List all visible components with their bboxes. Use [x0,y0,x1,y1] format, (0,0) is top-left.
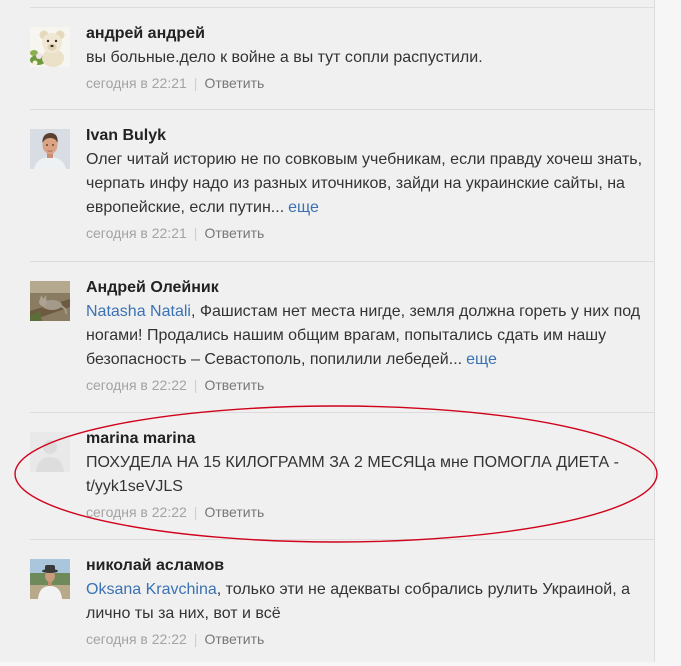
comment-text: вы больные.дело к войне а вы тут сопли р… [86,49,483,66]
comment-time: сегодня в 22:21 [86,225,187,241]
comment-meta: сегодня в 22:22 | Ответить [86,500,655,524]
meta-separator: | [193,504,198,520]
comment-text-line: вы больные.дело к войне а вы тут сопли р… [86,46,655,70]
comment-text-line: безопасность – Севастополь, попилили леб… [86,348,655,372]
comment-text-line: Natasha Natali, Фашистам нет места нигде… [86,300,655,324]
reply-button[interactable]: Ответить [204,75,264,91]
comment: marina marina ПОХУДЕЛА НА 15 КИЛОГРАММ З… [30,412,655,539]
author-name[interactable]: николай асламов [86,557,224,574]
comment: Ivan Bulyk Олег читай историю не по совк… [30,109,655,260]
meta-separator: | [193,631,198,647]
mention-link[interactable]: Natasha Natali [86,303,191,320]
comment-time: сегодня в 22:21 [86,75,187,91]
comment-text: ногами! Продались нашим общим врагам, по… [86,327,607,344]
comment-body: ПОХУДЕЛА НА 15 КИЛОГРАММ ЗА 2 МЕСЯЦа мне… [86,451,655,499]
author-row: marina marina [86,427,655,451]
comment-time: сегодня в 22:22 [86,504,187,520]
comment-text: европейские, если путин... [86,199,285,216]
author-avatar[interactable] [30,559,70,599]
comment-body: Natasha Natali, Фашистам нет места нигде… [86,300,655,372]
comment-body: вы больные.дело к войне а вы тут сопли р… [86,46,655,70]
reply-button[interactable]: Ответить [204,504,264,520]
mention-link[interactable]: Oksana Kravchina [86,581,217,598]
comment: андрей андрей вы больные.дело к войне а … [30,7,655,110]
teddy-bear-avatar-image [30,27,70,67]
comment-text-line: черпать инфу надо из разных иточников, з… [86,172,655,196]
comment-text-line: европейские, если путин... еще [86,196,655,220]
comment-text-line: Oksana Kravchina, только эти не адекваты… [86,578,655,602]
comment-text: черпать инфу надо из разных иточников, з… [86,175,625,192]
meta-separator: | [193,75,198,91]
author-name[interactable]: Ivan Bulyk [86,127,166,144]
comment-meta: сегодня в 22:22 | Ответить [86,627,655,651]
author-row: николай асламов [86,554,655,578]
comment-text-line: ногами! Продались нашим общим врагам, по… [86,324,655,348]
author-name[interactable]: андрей андрей [86,25,205,42]
show-more-link[interactable]: еще [288,199,319,216]
comment-text-line: t/yyk1seVJLS [86,475,655,499]
author-row: Ivan Bulyk [86,124,655,148]
meta-separator: | [193,377,198,393]
cat-photo-avatar-image [30,281,70,321]
comment-text-line: ПОХУДЕЛА НА 15 КИЛОГРАММ ЗА 2 МЕСЯЦа мне… [86,451,655,475]
comment-time: сегодня в 22:22 [86,377,187,393]
meta-separator: | [193,225,198,241]
author-name[interactable]: Андрей Олейник [86,279,219,296]
comment-text: ПОХУДЕЛА НА 15 КИЛОГРАММ ЗА 2 МЕСЯЦа мне… [86,454,619,471]
comment-meta: сегодня в 22:21 | Ответить [86,71,655,95]
show-more-link[interactable]: еще [466,351,497,368]
author-avatar[interactable] [30,281,70,321]
reply-button[interactable]: Ответить [204,631,264,647]
comment-text-line: лично ты за них, вот и всё [86,602,655,626]
comment-body: Олег читай историю не по совковым учебни… [86,148,655,220]
default-user-avatar-icon [30,432,70,472]
man-portrait-avatar-image [30,129,70,169]
comment-text: безопасность – Севастополь, попилили леб… [86,351,463,368]
author-row: Андрей Олейник [86,276,655,300]
author-row: андрей андрей [86,22,655,46]
comment-body: Oksana Kravchina, только эти не адекваты… [86,578,655,626]
comment-text: , Фашистам нет места нигде, земля должна… [190,303,641,320]
comments-panel: андрей андрей вы больные.дело к войне а … [0,0,655,662]
author-avatar[interactable] [30,27,70,67]
comment-text: Олег читай историю не по совковым учебни… [86,151,643,168]
author-avatar[interactable] [30,432,70,472]
comment-text: лично ты за них, вот и всё [86,605,281,622]
comment: николай асламов Oksana Kravchina, только… [30,539,655,666]
author-name[interactable]: marina marina [86,430,195,447]
comment-text: , только эти не адекваты собрались рулит… [216,581,630,598]
comment: Андрей Олейник Natasha Natali, Фашистам … [30,261,655,412]
comment-meta: сегодня в 22:21 | Ответить [86,221,655,245]
author-avatar[interactable] [30,129,70,169]
comment-text-line: Олег читай историю не по совковым учебни… [86,148,655,172]
man-in-hat-avatar-image [30,559,70,599]
comment-meta: сегодня в 22:22 | Ответить [86,373,655,397]
reply-button[interactable]: Ответить [204,225,264,241]
comment-time: сегодня в 22:22 [86,631,187,647]
comment-text: t/yyk1seVJLS [86,478,183,495]
reply-button[interactable]: Ответить [204,377,264,393]
